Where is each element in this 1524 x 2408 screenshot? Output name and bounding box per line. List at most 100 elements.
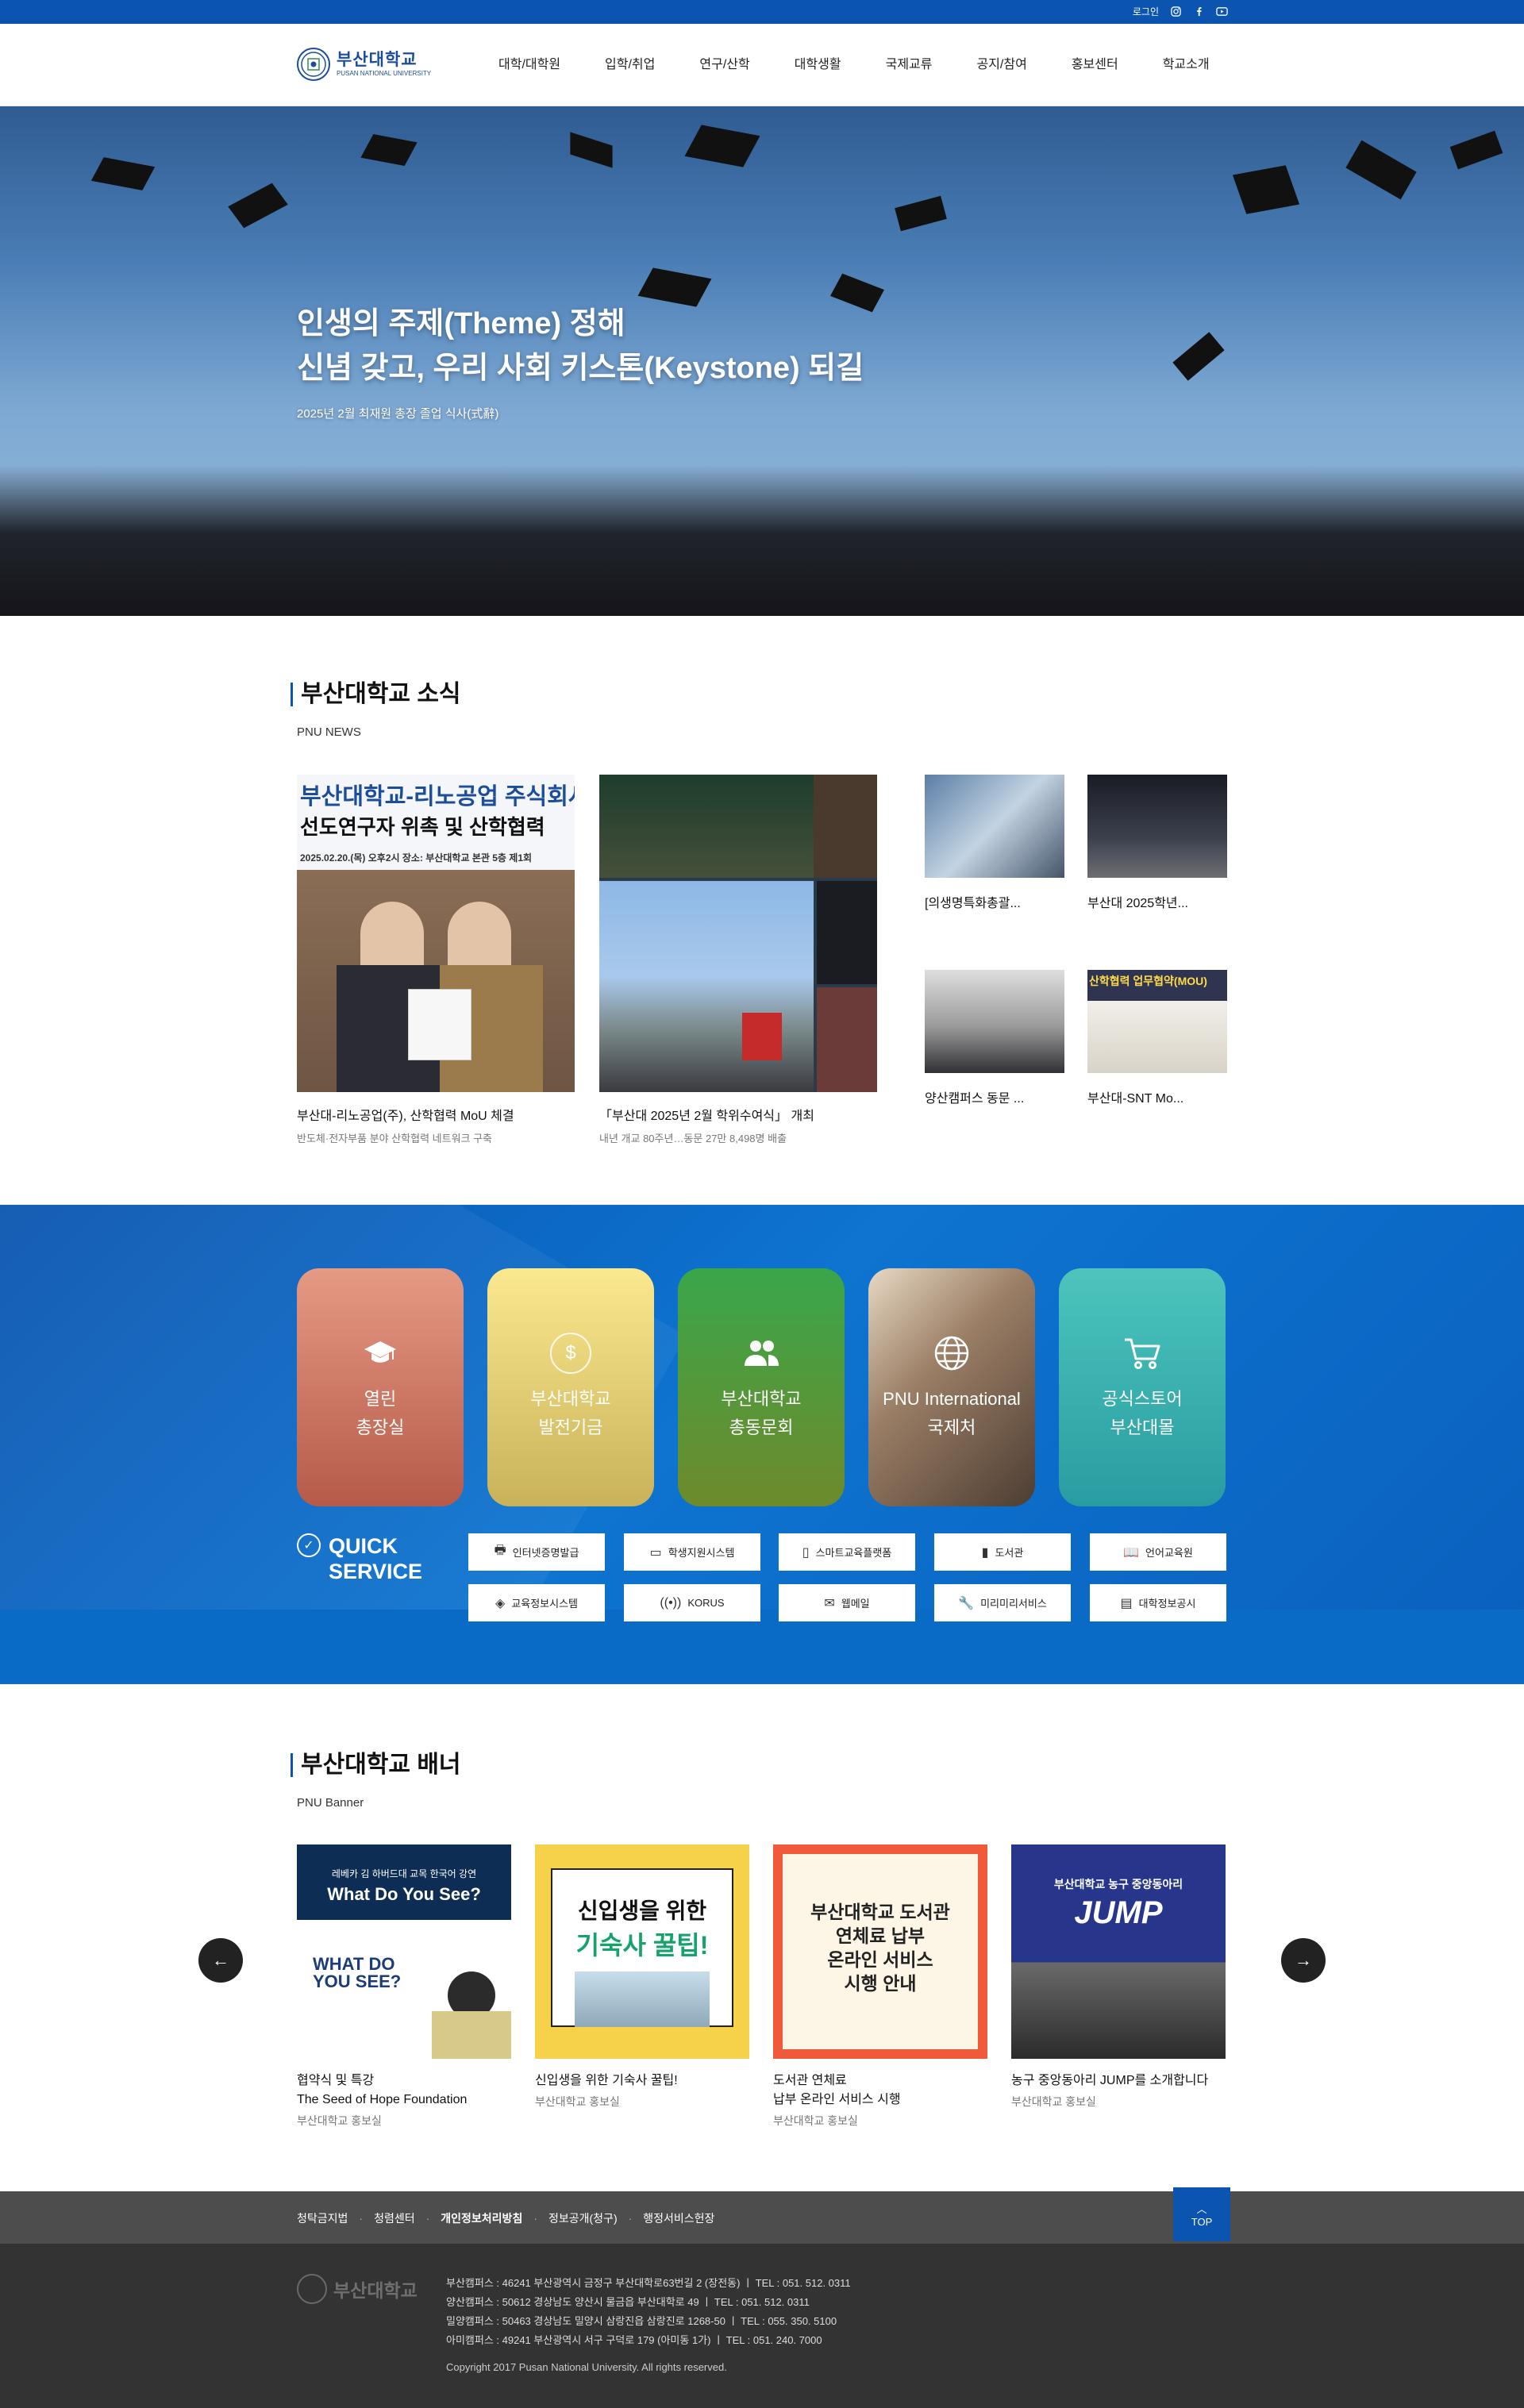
news-title[interactable]: 「부산대 2025년 2월 학위수여식」 개최 — [599, 1105, 877, 1124]
nav-item-about[interactable]: 학교소개 — [1163, 56, 1210, 75]
scroll-top-button[interactable]: ︿ TOP — [1173, 2187, 1230, 2241]
quick-service-label: 스마트교육플랫폼 — [815, 1547, 892, 1559]
banner-image-text: 시행 안내 — [844, 1973, 917, 1994]
news-card[interactable]: 양산캠퍼스 동문 ... — [925, 970, 1064, 1106]
banner-source: 부산대학교 홍보실 — [535, 2095, 620, 2108]
service-card-line1: 부산대학교 — [530, 1389, 611, 1409]
address-line: 부산캠퍼스 : 46241 부산광역시 금정구 부산대학로63번길 2 (장전동… — [446, 2277, 851, 2289]
quick-service-label: 학생지원시스템 — [668, 1547, 735, 1559]
mobile-icon: ▯ — [802, 1545, 810, 1560]
document-icon: ▤ — [1120, 1596, 1133, 1610]
service-card-store[interactable]: 공식스토어 부산대몰 — [1059, 1268, 1226, 1506]
book-icon: ▮ — [981, 1545, 989, 1560]
banner-prev-button[interactable]: ← — [198, 1938, 243, 1983]
university-logo[interactable]: 부산대학교 PUSAN NATIONAL UNIVERSITY — [297, 48, 431, 81]
quick-service-button[interactable]: ✉ 웹메일 — [779, 1584, 915, 1621]
youtube-icon[interactable] — [1216, 6, 1228, 17]
news-card[interactable]: 산학협력 업무협약(MOU) 부산대-SNT Mo... — [1087, 970, 1227, 1106]
quick-service-button[interactable]: ◈ 교육정보시스템 — [468, 1584, 605, 1621]
hero-caption[interactable]: 2025년 2월 최재원 총장 졸업 식사(式辭) — [297, 405, 498, 421]
banner-image-text: 부산대학교 도서관 — [810, 1902, 950, 1922]
banner-title-line1[interactable]: 신입생을 위한 기숙사 꿀팁! — [535, 2071, 749, 2091]
banner-image-text: 기숙사 꿀팁! — [575, 1931, 709, 1960]
service-card-line1: PNU International — [883, 1389, 1021, 1409]
broadcast-icon: ((•)) — [660, 1595, 682, 1610]
instagram-icon[interactable] — [1170, 6, 1182, 17]
nav-item-admission[interactable]: 입학/취업 — [605, 56, 655, 75]
top-utility-bar: 로그인 — [0, 0, 1524, 24]
service-card-line1: 부산대학교 — [721, 1389, 802, 1409]
news-card[interactable]: [의생명특화총괄... — [925, 775, 1064, 911]
banner-image-text: WHAT DO YOU SEE? — [313, 1954, 402, 1991]
banner-next-button[interactable]: → — [1281, 1938, 1326, 1983]
banner-card[interactable]: 부산대학교 도서관 연체료 납부 온라인 서비스 시행 안내 도서관 연체료 납… — [773, 1844, 987, 2129]
service-card-line2: 부산대몰 — [1110, 1417, 1175, 1437]
news-card[interactable]: 부산대 2025학년... — [1087, 775, 1227, 911]
quick-service-button[interactable]: 🖶 인터넷증명발급 — [468, 1533, 605, 1571]
footer-logo: 부산대학교 — [297, 2274, 418, 2304]
banner-title-line1[interactable]: 협약식 및 특강 — [297, 2071, 511, 2091]
quick-service-button[interactable]: ▭ 학생지원시스템 — [624, 1533, 760, 1571]
nav-item-college[interactable]: 대학/대학원 — [498, 56, 560, 75]
facebook-icon[interactable] — [1193, 6, 1205, 17]
layers-icon: ◈ — [495, 1596, 506, 1610]
service-card-fund[interactable]: $ 부산대학교 발전기금 — [487, 1268, 654, 1506]
users-icon — [741, 1333, 782, 1374]
news-card[interactable]: 부산대학교-리노공업 주식회사 선도연구자 위촉 및 산학협력 2025.02.… — [297, 775, 575, 1145]
footer-link[interactable]: 행정서비스헌장 — [643, 2210, 714, 2226]
nav-item-notice[interactable]: 공지/참여 — [976, 56, 1026, 75]
banner-card[interactable]: 레베카 김 하버드대 교목 한국어 강연 What Do You See? WH… — [297, 1844, 511, 2129]
news-title[interactable]: [의생명특화총괄... — [925, 892, 1064, 911]
news-desc: 반도체·전자부품 분야 산학협력 네트워크 구축 — [297, 1133, 493, 1144]
nav-item-campus-life[interactable]: 대학생활 — [795, 56, 841, 75]
banner-source: 부산대학교 홍보실 — [773, 2114, 858, 2127]
address-line: 밀양캠퍼스 : 50463 경상남도 밀양시 삼랑진읍 삼랑진로 1268-50… — [446, 2315, 837, 2327]
footer-link[interactable]: 정보공개(청구) — [548, 2210, 618, 2226]
quick-service-label: 도서관 — [995, 1547, 1024, 1559]
nav-item-pr-center[interactable]: 홍보센터 — [1072, 56, 1118, 75]
service-card-line2: 총장실 — [356, 1417, 405, 1437]
cart-icon — [1122, 1333, 1163, 1374]
banner-card[interactable]: 신입생을 위한 기숙사 꿀팁! 신입생을 위한 기숙사 꿀팁! 부산대학교 홍보… — [535, 1844, 749, 2110]
quick-service-button[interactable]: ▤ 대학정보공시 — [1090, 1584, 1226, 1621]
banner-title: 협약식 및 특강 The Seed of Hope Foundation — [297, 2071, 511, 2110]
wrench-icon: 🔧 — [958, 1596, 975, 1610]
service-card-alumni[interactable]: 부산대학교 총동문회 — [678, 1268, 845, 1506]
news-image — [925, 775, 1064, 878]
mail-icon: ✉ — [824, 1596, 835, 1610]
service-card-line2: 국제처 — [927, 1417, 976, 1437]
news-title[interactable]: 부산대-리노공업(주), 산학협력 MoU 체결 — [297, 1105, 575, 1124]
check-circle-icon: ✓ — [297, 1533, 321, 1557]
news-section-subtitle: PNU NEWS — [297, 725, 361, 739]
banner-title: 신입생을 위한 기숙사 꿀팁! — [535, 2071, 749, 2091]
services-section: 열린 총장실 $ 부산대학교 발전기금 부산대학교 총동문회 PNU Inter… — [0, 1205, 1524, 1684]
banner-title-line1[interactable]: 도서관 연체료 — [773, 2071, 987, 2091]
banner-section-subtitle: PNU Banner — [297, 1796, 364, 1810]
nav-item-research[interactable]: 연구/산학 — [699, 56, 749, 75]
top-label: TOP — [1191, 2216, 1213, 2228]
quick-service-button[interactable]: 🔧 미리미리서비스 — [934, 1584, 1071, 1621]
footer-link[interactable]: 청탁금지법 — [297, 2210, 348, 2226]
login-link[interactable]: 로그인 — [1133, 5, 1159, 18]
quick-service-button[interactable]: ((•)) KORUS — [624, 1584, 760, 1621]
footer-link-privacy[interactable]: 개인정보처리방침 — [441, 2210, 522, 2226]
banner-title-line1[interactable]: 농구 중앙동아리 JUMP를 소개합니다 — [1011, 2071, 1226, 2091]
news-title[interactable]: 부산대 2025학년... — [1087, 892, 1227, 911]
service-card-line2: 발전기금 — [538, 1417, 603, 1437]
banner-card[interactable]: 부산대학교 농구 중앙동아리 JUMP 농구 중앙동아리 JUMP를 소개합니다… — [1011, 1844, 1226, 2110]
quick-service-button[interactable]: 📖 언어교육원 — [1090, 1533, 1226, 1571]
service-card-president[interactable]: 열린 총장실 — [297, 1268, 464, 1506]
quick-service-button[interactable]: ▮ 도서관 — [934, 1533, 1071, 1571]
footer-link[interactable]: 청렴센터 — [374, 2210, 415, 2226]
news-title[interactable]: 양산캠퍼스 동문 ... — [925, 1087, 1064, 1106]
news-card[interactable]: 「부산대 2025년 2월 학위수여식」 개최 내년 개교 80주년…동문 27… — [599, 775, 877, 1145]
banner-title-line2[interactable]: The Seed of Hope Foundation — [297, 2091, 511, 2110]
banner-source: 부산대학교 홍보실 — [297, 2114, 382, 2127]
service-card-international[interactable]: PNU International 국제처 — [868, 1268, 1035, 1506]
nav-item-international[interactable]: 국제교류 — [886, 56, 933, 75]
banner-section-title: 부산대학교 배너 — [291, 1753, 461, 1777]
banner-title-line2[interactable]: 납부 온라인 서비스 시행 — [773, 2091, 987, 2110]
quick-service-button[interactable]: ▯ 스마트교육플랫폼 — [779, 1533, 915, 1571]
address-line: 양산캠퍼스 : 50612 경상남도 양산시 물금읍 부산대학로 49 ㅣ TE… — [446, 2296, 810, 2308]
news-title[interactable]: 부산대-SNT Mo... — [1087, 1087, 1227, 1106]
